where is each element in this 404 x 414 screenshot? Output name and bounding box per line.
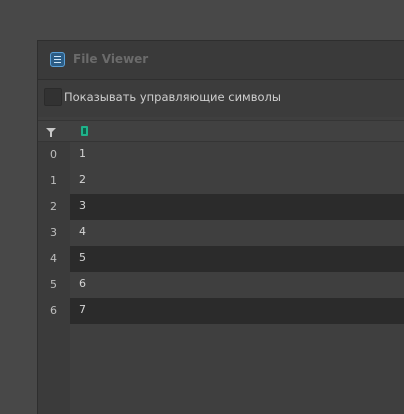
- row-index: 4: [50, 252, 57, 265]
- table-cell[interactable]: 6: [70, 272, 404, 298]
- list-icon: [50, 52, 65, 67]
- table-row[interactable]: 6 7: [38, 298, 404, 324]
- table-cell[interactable]: 4: [70, 220, 404, 246]
- row-index: 2: [50, 200, 57, 213]
- table-row[interactable]: 1 2: [38, 168, 404, 194]
- table-row[interactable]: 3 4: [38, 220, 404, 246]
- table-row[interactable]: 4 5: [38, 246, 404, 272]
- table-cell[interactable]: 3: [70, 194, 404, 220]
- row-index: 1: [50, 174, 57, 187]
- row-index: 0: [50, 148, 57, 161]
- row-index: 5: [50, 278, 57, 291]
- filter-icon[interactable]: [46, 128, 56, 137]
- table-row[interactable]: 0 1: [38, 142, 404, 168]
- table-cell[interactable]: 2: [70, 168, 404, 194]
- table-row[interactable]: 5 6: [38, 272, 404, 298]
- row-index: 6: [50, 304, 57, 317]
- table-row[interactable]: 2 3: [38, 194, 404, 220]
- table-header: [38, 120, 404, 142]
- column-type-icon[interactable]: [81, 126, 88, 136]
- table-cell[interactable]: 5: [70, 246, 404, 272]
- file-viewer-window: File Viewer Показывать управляющие симво…: [37, 40, 404, 414]
- show-control-chars-checkbox[interactable]: [44, 88, 62, 106]
- window-title: File Viewer: [73, 52, 149, 66]
- row-index: 3: [50, 226, 57, 239]
- options-bar: Показывать управляющие символы: [38, 80, 404, 117]
- show-control-chars-label[interactable]: Показывать управляющие символы: [64, 90, 281, 104]
- table-cell[interactable]: 7: [70, 298, 404, 324]
- table-cell[interactable]: 1: [70, 142, 404, 168]
- data-table: 0 1 1 2 2 3 3 4 4 5 5 6 6 7: [38, 117, 404, 414]
- title-bar[interactable]: File Viewer: [38, 41, 404, 80]
